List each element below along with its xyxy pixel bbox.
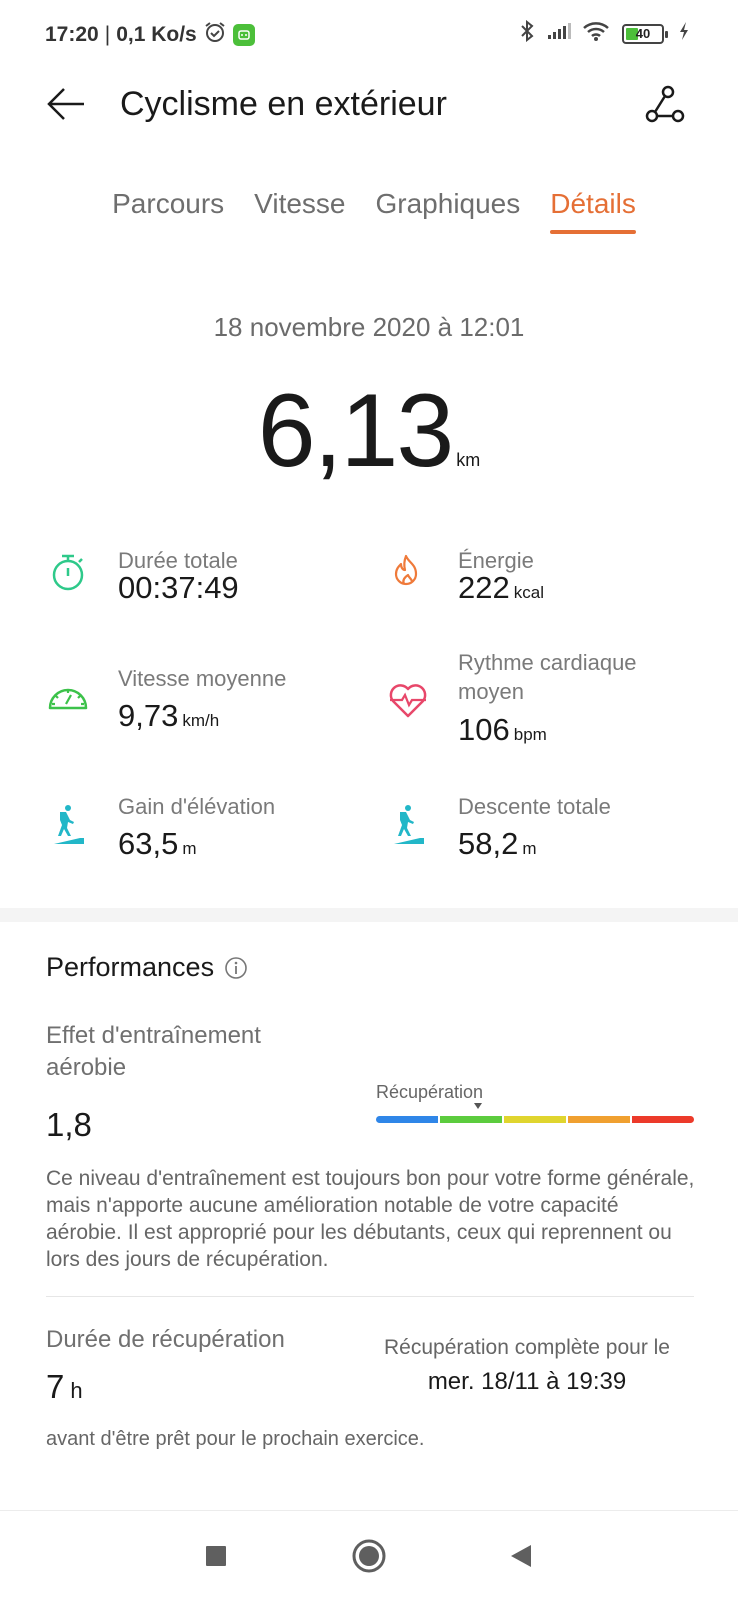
info-icon[interactable] — [224, 956, 248, 980]
metric-duration: Durée totale 00:37:49 — [46, 546, 366, 616]
recovery-duration-label: Durée de récupération — [46, 1326, 285, 1353]
status-bar: 17:20 | 0,1 Ko/s 40 — [0, 0, 738, 64]
metric-value: 9,73 km/h — [118, 698, 219, 734]
recents-button[interactable] — [176, 1511, 256, 1600]
metric-value: 58,2 m — [458, 826, 537, 862]
section-divider — [0, 908, 738, 922]
aerobic-effect-label: Effet d'entraînement aérobie — [46, 1022, 261, 1081]
speedometer-icon — [48, 688, 88, 710]
elevation-gain-value: 63,5 — [118, 826, 179, 861]
metric-label: Descente totale — [458, 794, 611, 819]
battery-icon: 40 — [622, 23, 668, 44]
app-header: Cyclisme en extérieur — [0, 74, 738, 134]
charging-icon — [678, 21, 690, 46]
hiker-descent-icon — [394, 805, 424, 844]
distance-display: 6,13 km — [0, 372, 738, 491]
avg-speed-unit: km/h — [182, 711, 220, 730]
tab-vitesse[interactable]: Vitesse — [254, 188, 345, 234]
bluetooth-icon — [518, 19, 536, 47]
tab-parcours[interactable]: Parcours — [112, 188, 224, 234]
metric-value: 00:37:49 — [118, 570, 239, 606]
triangle-back-icon — [511, 1545, 531, 1567]
metric-avg-heart-rate: Rythme cardiaque moyen 106 bpm — [386, 648, 706, 748]
scale-bar — [376, 1116, 694, 1123]
recovery-duration: 7h — [46, 1368, 83, 1406]
network-speed: 0,1 Ko/s — [116, 23, 197, 46]
system-nav-bar — [0, 1510, 738, 1600]
aerobic-effect-description: Ce niveau d'entraînement est toujours bo… — [46, 1167, 695, 1271]
recovery-value: 7 — [46, 1368, 65, 1405]
metric-label: Rythme cardiaque moyen — [458, 650, 637, 704]
status-time: 17:20 — [45, 23, 99, 46]
scale-segment — [376, 1116, 438, 1123]
metric-value: 63,5 m — [118, 826, 197, 862]
signal-icon — [546, 21, 572, 46]
distance-value: 6,13 — [257, 373, 454, 489]
full-recovery-label: Récupération complète pour le — [383, 1336, 670, 1359]
metric-elevation-gain: Gain d'élévation 63,5 m — [46, 792, 366, 862]
home-button[interactable] — [329, 1511, 409, 1600]
tab-details[interactable]: Détails — [550, 188, 636, 234]
heart-rate-unit: bpm — [513, 725, 547, 744]
status-separator: | — [104, 23, 111, 46]
metric-label: Gain d'élévation — [118, 794, 276, 819]
battery-level: 40 — [635, 26, 651, 41]
metric-value: 106 bpm — [458, 712, 547, 748]
recovery-unit: h — [70, 1378, 83, 1403]
scale-marker-icon — [474, 1103, 482, 1109]
total-descent-unit: m — [522, 839, 537, 858]
route-share-button[interactable] — [642, 82, 686, 126]
divider — [46, 1296, 694, 1297]
total-descent-value: 58,2 — [458, 826, 519, 861]
square-icon — [206, 1546, 226, 1566]
hiker-ascent-icon — [54, 805, 84, 844]
scale-segment — [568, 1116, 630, 1123]
performances-heading: Performances — [46, 952, 248, 983]
system-back-button[interactable] — [482, 1511, 562, 1600]
metric-total-descent: Descente totale 58,2 m — [386, 792, 706, 862]
avg-speed-value: 9,73 — [118, 698, 179, 733]
alarm-icon — [203, 20, 227, 50]
flame-icon — [394, 554, 418, 586]
duration-value: 00:37:49 — [118, 570, 239, 605]
heart-rate-value: 106 — [458, 712, 510, 747]
metric-label: Vitesse moyenne — [118, 666, 287, 691]
stopwatch-icon — [52, 554, 84, 591]
back-button[interactable] — [44, 84, 88, 124]
heart-rate-icon — [389, 684, 427, 718]
scale-segment — [632, 1116, 694, 1123]
page-title: Cyclisme en extérieur — [120, 85, 447, 123]
activity-date: 18 novembre 2020 à 12:01 — [213, 312, 525, 342]
scale-segment — [504, 1116, 566, 1123]
elevation-gain-unit: m — [182, 839, 197, 858]
arrow-left-icon — [47, 88, 84, 120]
status-left: 17:20 | 0,1 Ko/s — [45, 20, 255, 50]
full-recovery-date: mer. 18/11 à 19:39 — [427, 1368, 627, 1395]
route-icon — [645, 85, 685, 123]
metric-energy: Énergie 222 kcal — [386, 546, 706, 616]
metric-avg-speed: Vitesse moyenne 9,73 km/h — [46, 664, 366, 734]
metric-value: 222 kcal — [458, 570, 544, 606]
status-right: 40 — [518, 19, 690, 47]
scale-segment — [440, 1116, 502, 1123]
recovery-note: avant d'être prêt pour le prochain exerc… — [46, 1428, 425, 1450]
aerobic-effect-value: 1,8 — [46, 1106, 92, 1143]
energy-value: 222 — [458, 570, 510, 605]
scale-level-label: Récupération — [376, 1082, 484, 1102]
energy-unit: kcal — [513, 583, 544, 602]
wifi-icon — [582, 20, 612, 47]
distance-unit: km — [456, 450, 481, 470]
performances-title: Performances — [46, 952, 215, 982]
tab-graphiques[interactable]: Graphiques — [376, 188, 521, 234]
tab-bar: Parcours Vitesse Graphiques Détails — [0, 188, 738, 234]
home-circle-icon — [352, 1539, 386, 1573]
app-notification-icon — [232, 24, 255, 46]
